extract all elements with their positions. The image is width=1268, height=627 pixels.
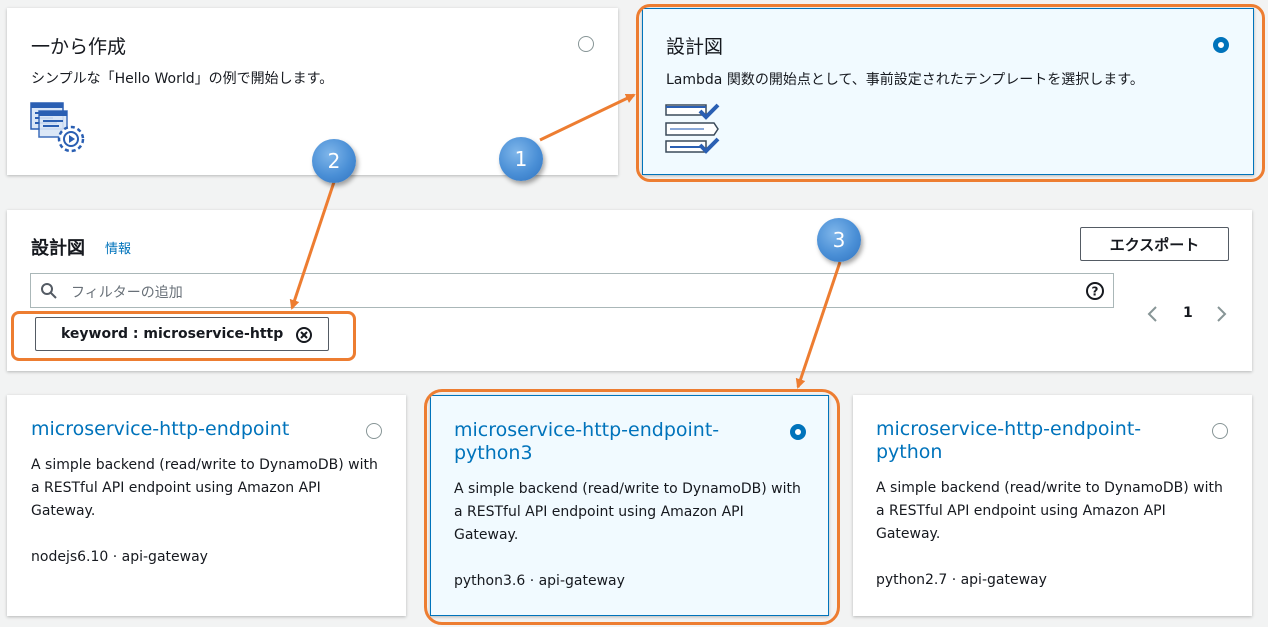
annotation-badge: 2 (312, 139, 356, 183)
annotation-badge: 1 (499, 137, 543, 181)
annotation-arrows (289, 93, 842, 389)
annotation-badge: 3 (817, 218, 861, 262)
